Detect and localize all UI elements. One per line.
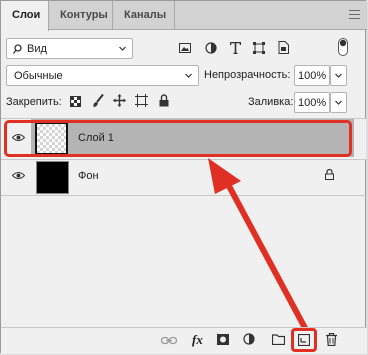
- adjustment-icon[interactable]: [243, 333, 255, 345]
- folder-icon[interactable]: [272, 334, 285, 345]
- trash-icon[interactable]: [326, 333, 337, 346]
- fx-icon[interactable]: fx: [192, 333, 203, 347]
- bottom-toolbar: fx: [1, 327, 367, 354]
- annotation-arrow: [208, 158, 308, 331]
- new-layer-icon[interactable]: [298, 334, 310, 346]
- layers-panel: Слои Контуры Каналы Вид Обычные Непрозра…: [0, 0, 367, 354]
- mask-icon[interactable]: [217, 334, 229, 345]
- link-icon[interactable]: [161, 336, 177, 345]
